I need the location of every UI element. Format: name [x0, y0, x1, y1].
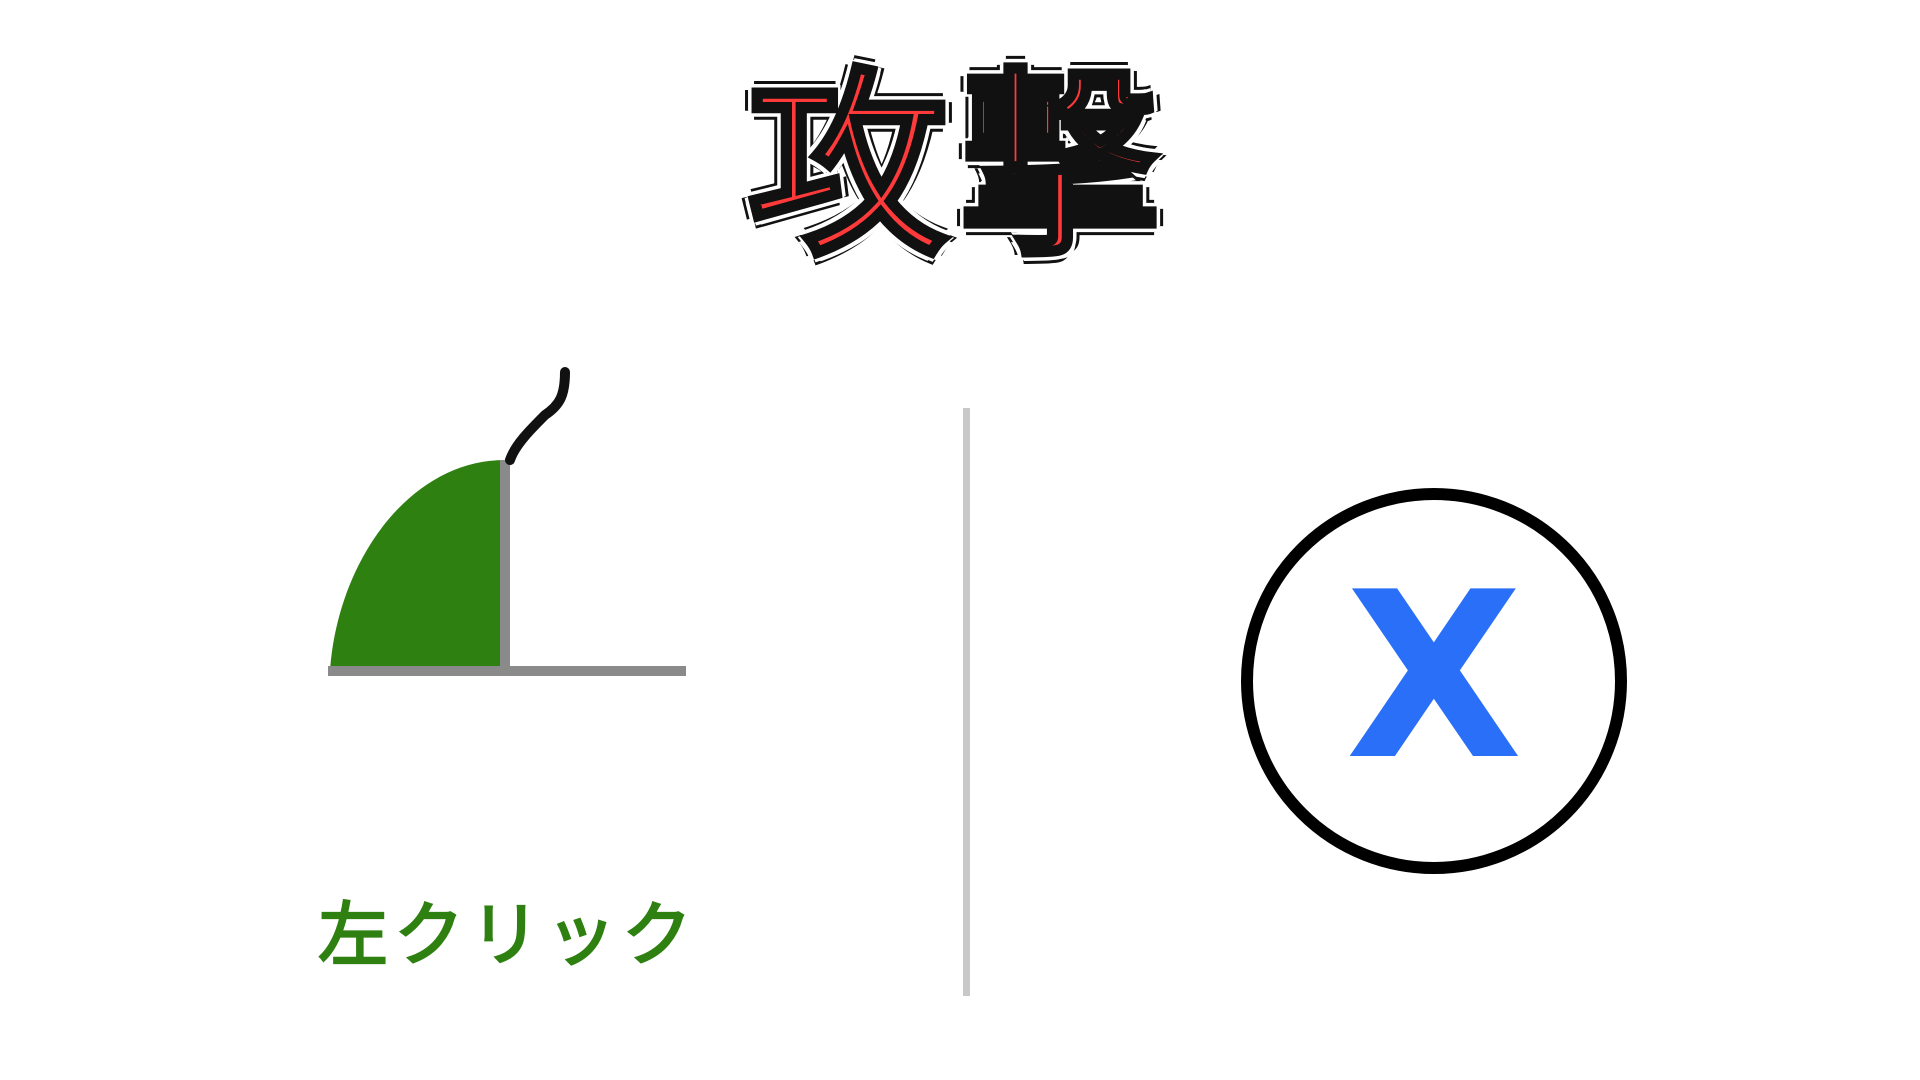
- mouse-cable: [505, 367, 570, 465]
- vertical-divider: [963, 408, 970, 996]
- mouse-button-separator: [500, 460, 510, 676]
- page-title: 攻撃: [745, 51, 1172, 284]
- controls-card: 攻撃 左クリック X: [0, 0, 1920, 1080]
- left-click-caption: 左クリック: [318, 894, 698, 976]
- mouse-left-button-highlight: [330, 460, 505, 670]
- x-key-button-icon: X: [1241, 488, 1627, 874]
- key-label: X: [1345, 544, 1523, 811]
- mouse-left-click-icon: [328, 367, 686, 676]
- mouse-base-line: [328, 666, 686, 676]
